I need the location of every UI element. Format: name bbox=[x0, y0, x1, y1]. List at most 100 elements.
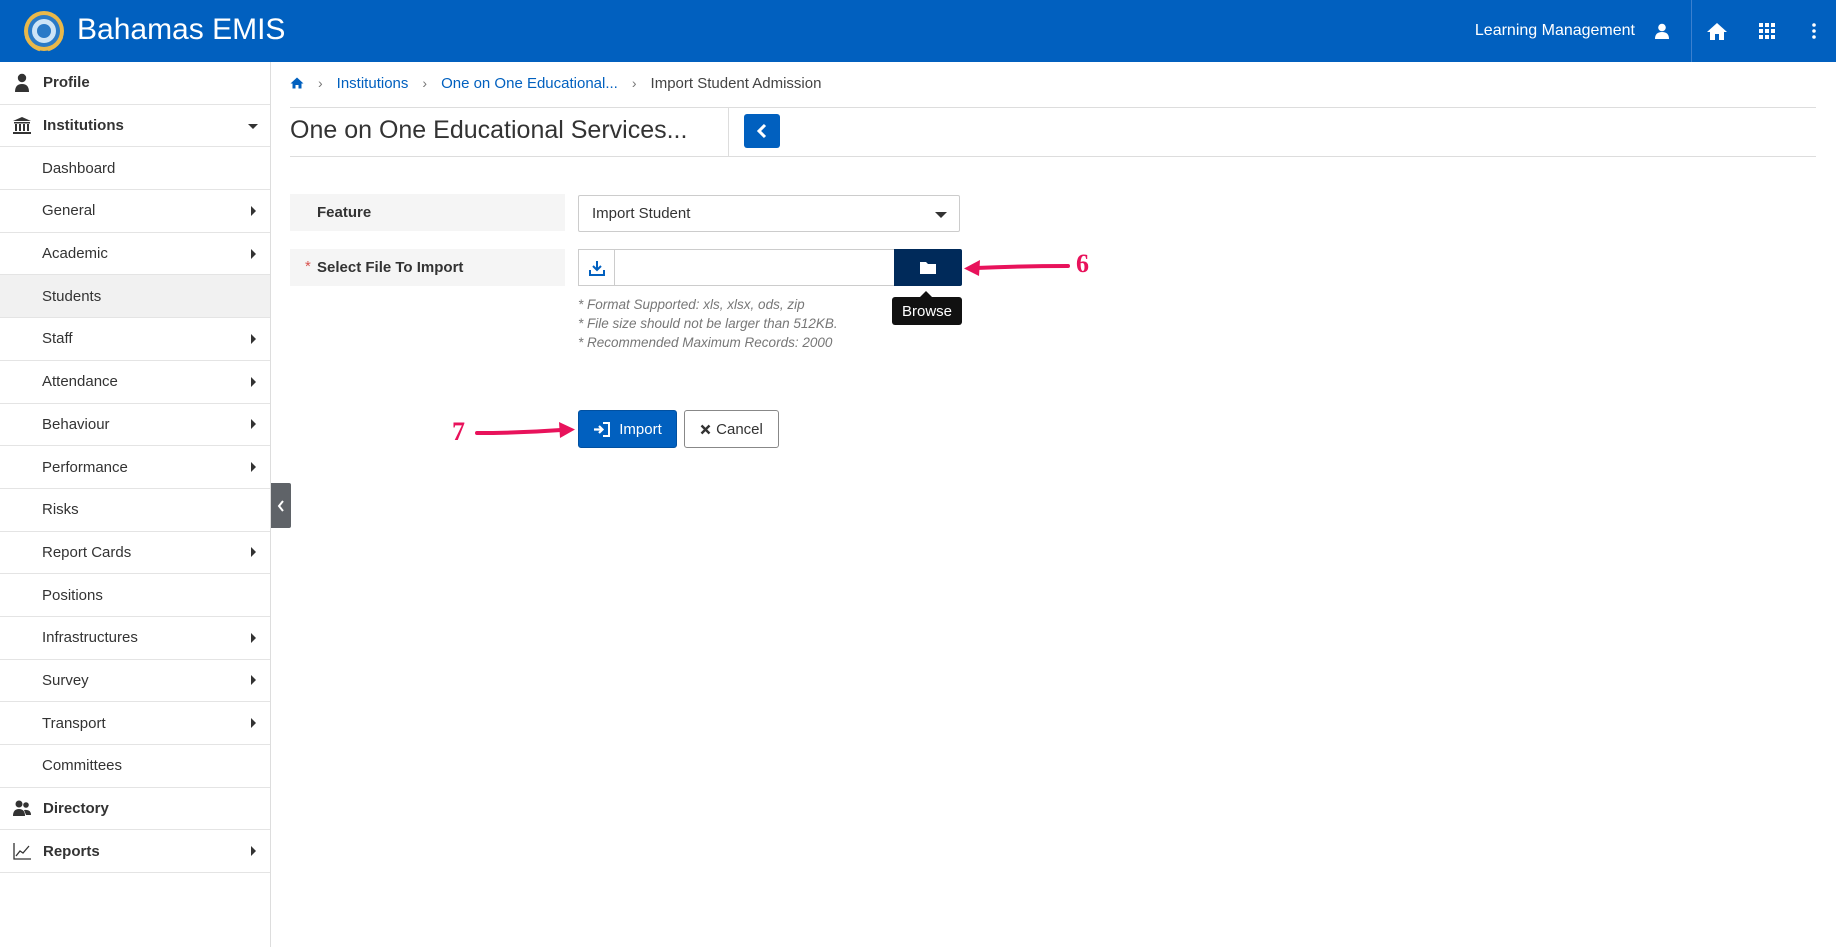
chevron-down-icon bbox=[248, 123, 258, 129]
annotation-arrow-left-icon bbox=[964, 260, 1070, 276]
apps-grid-icon[interactable] bbox=[1742, 0, 1792, 62]
breadcrumb-separator-icon: › bbox=[318, 75, 323, 91]
sidebar-item-institutions[interactable]: Institutions bbox=[0, 105, 270, 148]
sidebar-item-committees[interactable]: Committees bbox=[0, 745, 270, 788]
sidebar-item-reports[interactable]: Reports bbox=[0, 830, 270, 874]
chevron-right-icon bbox=[251, 462, 256, 473]
import-button[interactable]: Import bbox=[578, 410, 677, 448]
breadcrumb-current: Import Student Admission bbox=[650, 74, 822, 92]
institution-icon bbox=[13, 116, 31, 134]
sidebar-item-attendance[interactable]: Attendance bbox=[0, 361, 270, 404]
sidebar-item-infrastructures[interactable]: Infrastructures bbox=[0, 617, 270, 660]
sidebar-item-general[interactable]: General bbox=[0, 190, 270, 233]
page-title-bar: One on One Educational Services... bbox=[290, 107, 1816, 157]
chevron-right-icon bbox=[251, 718, 256, 729]
sidebar-item-label: Staff bbox=[42, 330, 73, 348]
chevron-right-icon bbox=[251, 632, 256, 643]
user-icon[interactable] bbox=[1647, 0, 1677, 62]
chevron-right-icon bbox=[251, 248, 256, 259]
sidebar-item-label: Academic bbox=[42, 245, 108, 263]
sidebar-item-label: Performance bbox=[42, 458, 128, 476]
sidebar-item-label: Directory bbox=[43, 800, 109, 818]
home-icon[interactable] bbox=[290, 77, 304, 89]
learning-management-link[interactable]: Learning Management bbox=[1475, 22, 1635, 40]
help-text-size: * File size should not be larger than 51… bbox=[578, 316, 838, 331]
chevron-right-icon bbox=[251, 205, 256, 216]
sidebar-collapse-toggle[interactable] bbox=[271, 483, 291, 528]
sidebar-item-positions[interactable]: Positions bbox=[0, 574, 270, 617]
title-divider bbox=[728, 108, 729, 156]
folder-icon bbox=[920, 261, 936, 274]
sidebar-item-risks[interactable]: Risks bbox=[0, 489, 270, 532]
sidebar-item-academic[interactable]: Academic bbox=[0, 233, 270, 276]
chevron-right-icon bbox=[251, 419, 256, 430]
help-text-format: * Format Supported: xls, xlsx, ods, zip bbox=[578, 297, 805, 312]
breadcrumb-institution-name[interactable]: One on One Educational... bbox=[441, 75, 618, 92]
sidebar-item-label: Behaviour bbox=[42, 415, 110, 433]
cancel-button-label: Cancel bbox=[716, 420, 763, 438]
feature-label: Feature bbox=[290, 194, 565, 231]
annotation-arrow-right-icon bbox=[475, 422, 575, 438]
sidebar-item-staff[interactable]: Staff bbox=[0, 318, 270, 361]
help-text-records: * Recommended Maximum Records: 2000 bbox=[578, 335, 833, 350]
app-title: Bahamas EMIS bbox=[77, 13, 286, 46]
sidebar-item-label: Report Cards bbox=[42, 543, 132, 561]
back-button[interactable] bbox=[744, 114, 780, 148]
sidebar-item-performance[interactable]: Performance bbox=[0, 446, 270, 489]
sidebar-item-students[interactable]: Students bbox=[0, 275, 270, 319]
file-path-input[interactable] bbox=[614, 249, 894, 286]
sidebar-item-label: Reports bbox=[43, 842, 100, 860]
file-label: * Select File To Import bbox=[290, 249, 565, 286]
chevron-right-icon bbox=[251, 333, 256, 344]
chevron-left-icon bbox=[756, 123, 767, 139]
browse-button[interactable] bbox=[894, 249, 962, 286]
sidebar-item-label: Attendance bbox=[42, 373, 118, 391]
home-icon[interactable] bbox=[1692, 0, 1742, 62]
chevron-left-icon bbox=[277, 499, 284, 512]
sidebar-item-label: Infrastructures bbox=[42, 629, 138, 647]
breadcrumb-separator-icon: › bbox=[631, 75, 637, 91]
emis-logo-icon bbox=[24, 11, 64, 52]
file-input-group bbox=[578, 249, 962, 286]
sidebar-item-survey[interactable]: Survey bbox=[0, 660, 270, 703]
breadcrumb-institutions[interactable]: Institutions bbox=[337, 75, 409, 92]
download-template-button[interactable] bbox=[578, 249, 614, 286]
sidebar: Profile Institutions Dashboard General A… bbox=[0, 62, 271, 947]
chevron-right-icon bbox=[251, 675, 256, 686]
sidebar-item-label: Committees bbox=[42, 757, 123, 775]
sidebar-item-directory[interactable]: Directory bbox=[0, 788, 270, 831]
cancel-button[interactable]: Cancel bbox=[684, 410, 779, 448]
download-icon bbox=[588, 260, 605, 276]
chart-icon bbox=[13, 843, 31, 860]
sidebar-item-label: Students bbox=[42, 287, 102, 305]
feature-label-text: Feature bbox=[317, 204, 372, 221]
annotation-step-7: 7 bbox=[452, 417, 465, 446]
more-vertical-icon[interactable] bbox=[1792, 0, 1836, 62]
sidebar-item-profile[interactable]: Profile bbox=[0, 62, 270, 105]
page-title: One on One Educational Services... bbox=[290, 116, 688, 144]
sign-in-icon bbox=[594, 421, 611, 437]
user-icon bbox=[15, 73, 29, 92]
directory-icon bbox=[13, 800, 31, 816]
feature-select[interactable]: Import Student bbox=[578, 195, 960, 232]
sidebar-item-label: Profile bbox=[43, 74, 90, 92]
sidebar-item-label: Risks bbox=[42, 501, 79, 519]
sidebar-item-behaviour[interactable]: Behaviour bbox=[0, 404, 270, 447]
sidebar-item-label: Positions bbox=[42, 586, 103, 604]
annotation-step-6: 6 bbox=[1076, 249, 1089, 278]
breadcrumb: › Institutions › One on One Educational.… bbox=[290, 73, 821, 93]
sidebar-item-dashboard[interactable]: Dashboard bbox=[0, 147, 270, 191]
sidebar-item-label: General bbox=[42, 202, 96, 220]
dropdown-caret-icon bbox=[935, 212, 947, 218]
sidebar-item-report-cards[interactable]: Report Cards bbox=[0, 532, 270, 575]
top-header: Bahamas EMIS Learning Management bbox=[0, 0, 1836, 62]
import-button-label: Import bbox=[619, 420, 662, 438]
sidebar-item-label: Survey bbox=[42, 671, 89, 689]
file-label-text: Select File To Import bbox=[317, 259, 464, 276]
breadcrumb-separator-icon: › bbox=[422, 75, 428, 91]
chevron-right-icon bbox=[251, 846, 256, 857]
sidebar-item-transport[interactable]: Transport bbox=[0, 702, 270, 745]
chevron-right-icon bbox=[251, 376, 256, 387]
required-marker: * bbox=[305, 258, 311, 275]
sidebar-item-label: Transport bbox=[42, 714, 106, 732]
